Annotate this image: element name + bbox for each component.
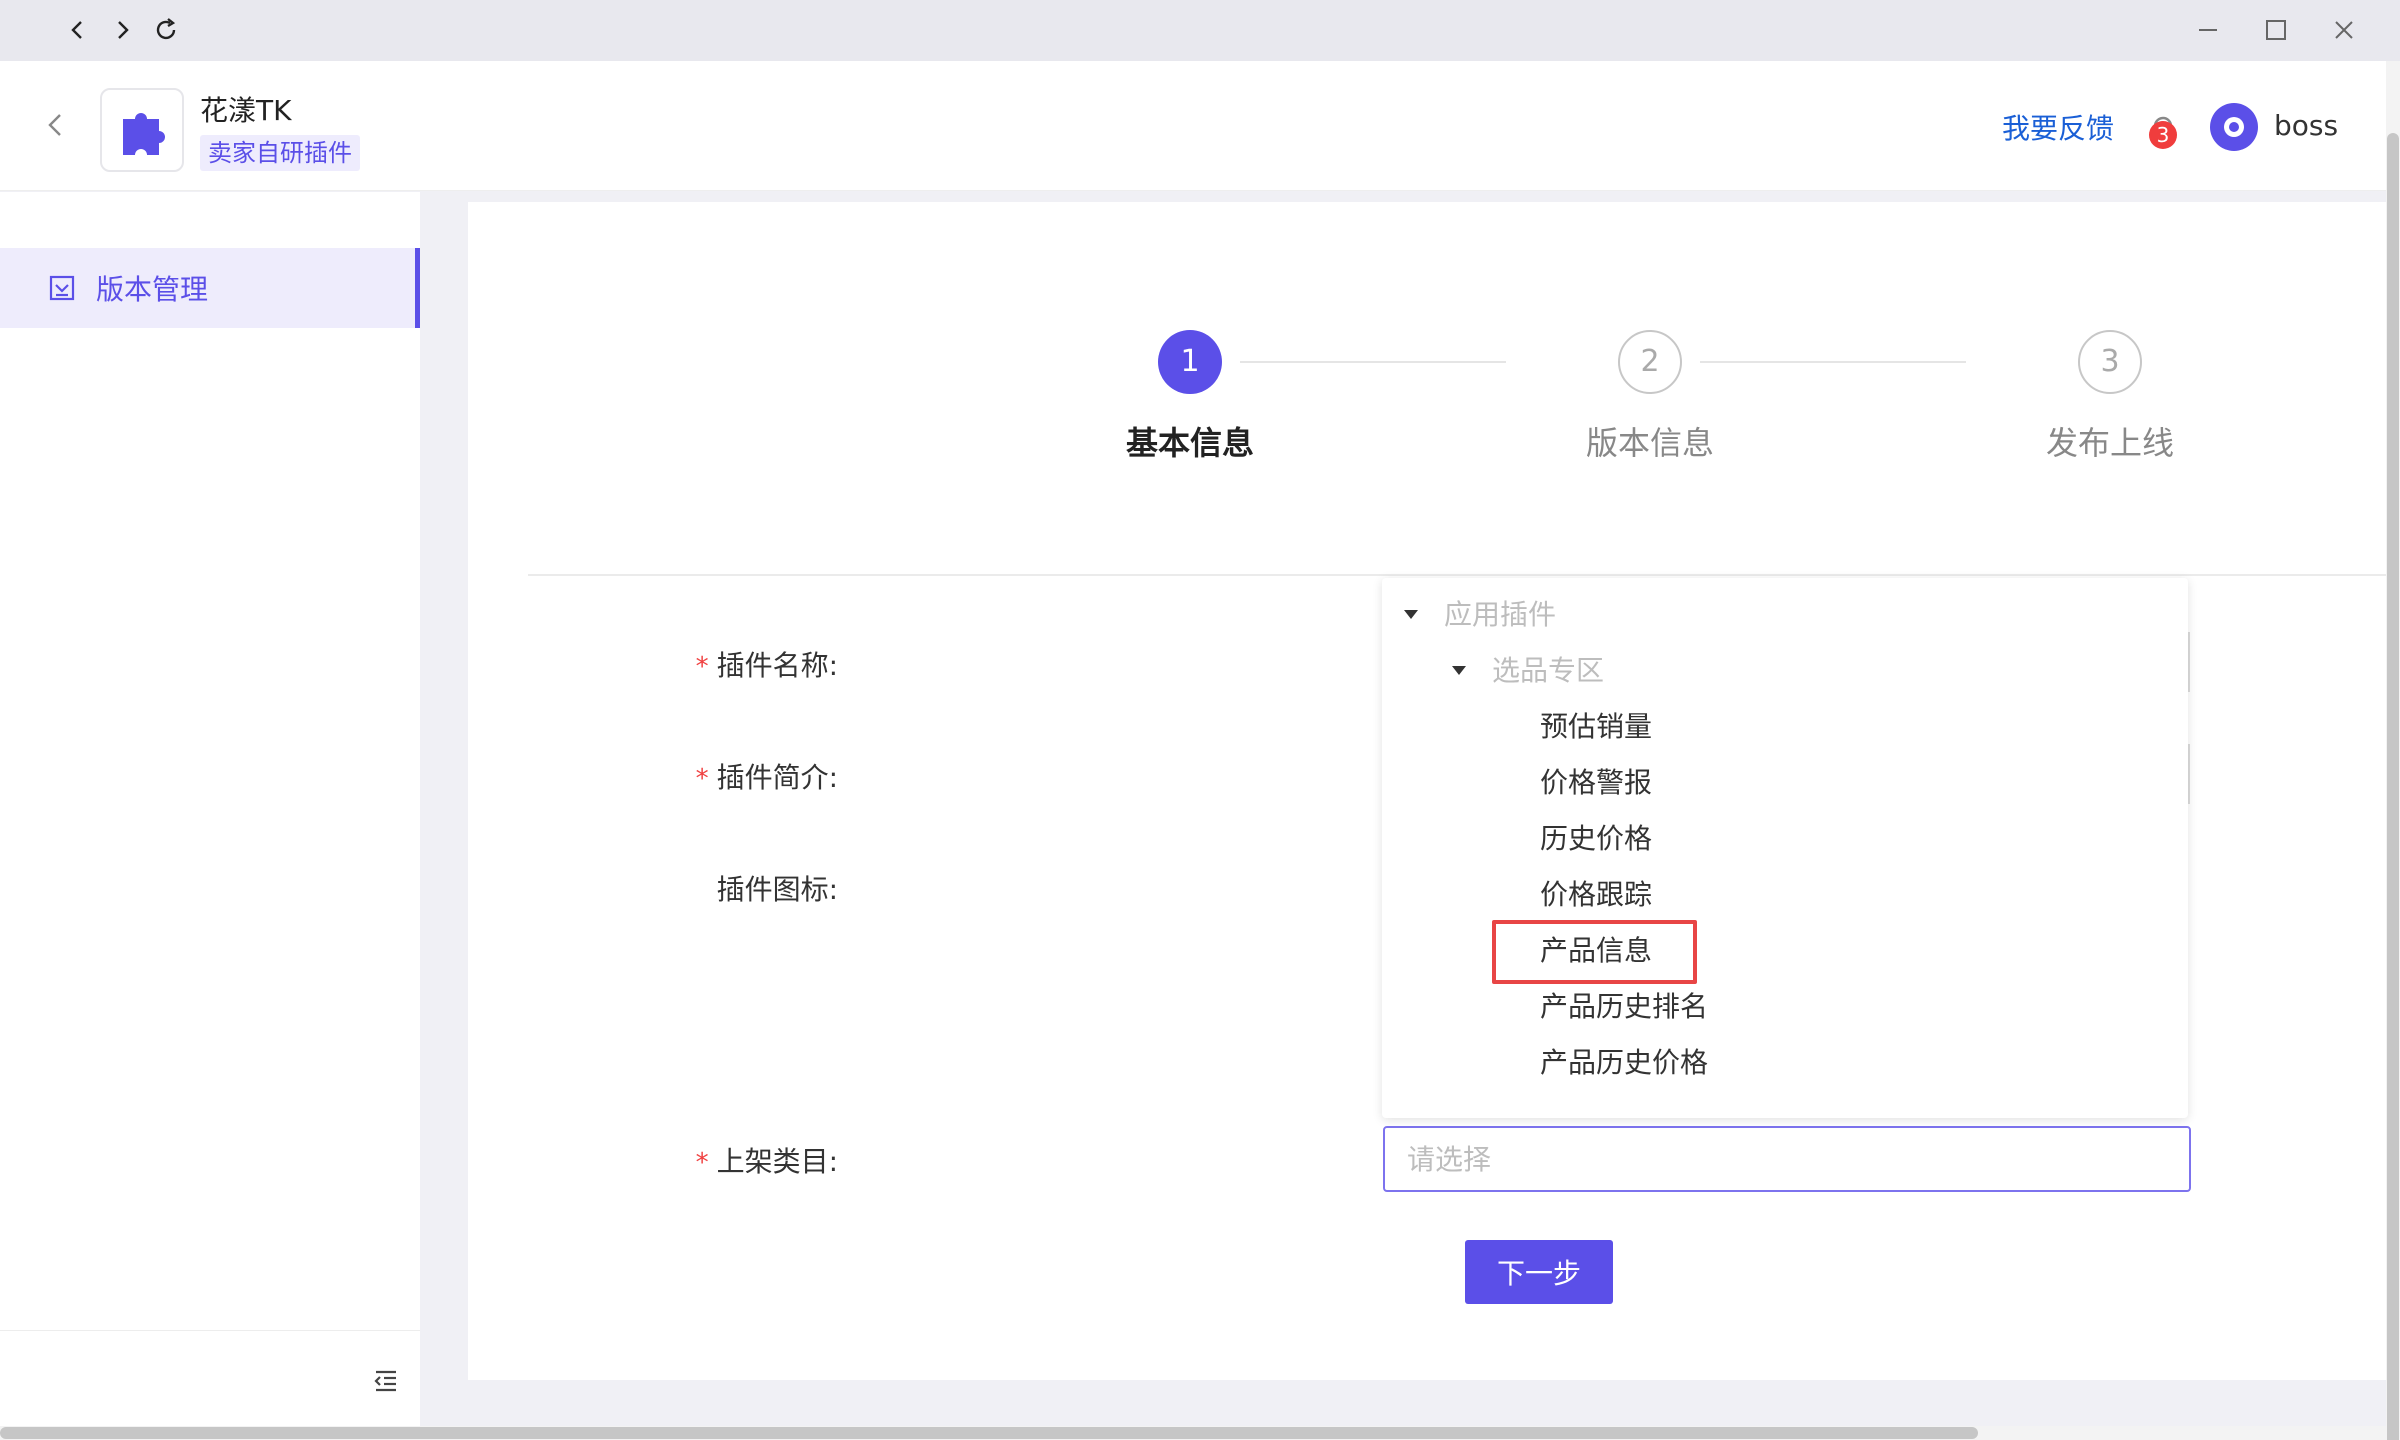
step-connector	[1700, 361, 1966, 363]
tree-leaf[interactable]: 产品历史价格	[1540, 1038, 1708, 1088]
step-1-circle: 1	[1158, 330, 1222, 394]
scrollbar-thumb[interactable]	[0, 1427, 1978, 1439]
version-icon	[49, 275, 75, 301]
required-mark: *	[695, 652, 709, 682]
app-header: 花漾TK 卖家自研插件 我要反馈 3 boss	[0, 61, 2386, 191]
browser-back-icon[interactable]	[58, 10, 98, 50]
horizontal-scrollbar[interactable]	[0, 1426, 2386, 1440]
caret-down-icon[interactable]	[1404, 609, 1418, 619]
plugin-logo	[100, 88, 184, 172]
tree-leaf[interactable]: 预估销量	[1540, 702, 1652, 752]
step-2-label: 版本信息	[1585, 424, 1714, 462]
required-mark: *	[695, 1148, 709, 1178]
tree-leaf[interactable]: 价格警报	[1540, 758, 1652, 808]
username[interactable]: boss	[2274, 109, 2338, 142]
puzzle-icon	[123, 113, 165, 155]
minimize-icon[interactable]	[2186, 10, 2230, 50]
tree-leaf[interactable]: 历史价格	[1540, 814, 1652, 864]
feedback-link[interactable]: 我要反馈	[2002, 107, 2114, 147]
sidebar-item-label: 版本管理	[96, 273, 209, 306]
required-mark: *	[695, 764, 709, 794]
browser-forward-icon[interactable]	[102, 10, 142, 50]
user-icon	[2224, 117, 2244, 137]
step-2-circle: 2	[1618, 330, 1682, 394]
scrollbar-thumb[interactable]	[2387, 133, 2399, 1440]
step-connector	[1240, 361, 1506, 363]
highlight-box	[1492, 920, 1697, 984]
sidebar-divider	[0, 1330, 420, 1331]
plugin-desc-label: * 插件简介:	[695, 761, 838, 794]
maximize-icon[interactable]	[2254, 10, 2298, 50]
sidebar: 版本管理	[0, 192, 420, 1428]
sidebar-item-version-management[interactable]: 版本管理	[0, 248, 420, 328]
plugin-name: 花漾TK	[200, 94, 292, 127]
reload-icon[interactable]	[146, 10, 186, 50]
category-label: * 上架类目:	[695, 1145, 838, 1178]
window-titlebar	[0, 0, 2400, 61]
tree-node-group[interactable]: 选品专区	[1452, 646, 1604, 696]
step-1-label: 基本信息	[1125, 424, 1254, 462]
step-3-circle: 3	[2078, 330, 2142, 394]
tree-node-root[interactable]: 应用插件	[1404, 590, 1556, 640]
close-window-icon[interactable]	[2322, 10, 2366, 50]
caret-down-icon[interactable]	[1452, 665, 1466, 675]
tree-leaf[interactable]: 产品历史排名	[1540, 982, 1708, 1032]
plugin-name-label: * 插件名称:	[695, 649, 838, 682]
section-divider	[528, 574, 2386, 576]
back-icon[interactable]	[36, 105, 76, 145]
notification-badge: 3	[2149, 121, 2177, 149]
tree-leaf[interactable]: 价格跟踪	[1540, 870, 1652, 920]
collapse-sidebar-icon[interactable]	[370, 1364, 402, 1396]
next-step-button[interactable]: 下一步	[1465, 1240, 1613, 1304]
avatar[interactable]	[2210, 103, 2258, 151]
step-3-label: 发布上线	[2045, 424, 2174, 462]
plugin-icon-label: 插件图标:	[716, 873, 838, 906]
vertical-scrollbar[interactable]	[2386, 61, 2400, 1440]
category-tree-dropdown: 应用插件 选品专区 预估销量 价格警报 历史价格 价格跟踪 产品信息 产品历史排…	[1382, 578, 2188, 1118]
category-select-input[interactable]	[1383, 1126, 2191, 1192]
plugin-tag: 卖家自研插件	[200, 135, 360, 171]
